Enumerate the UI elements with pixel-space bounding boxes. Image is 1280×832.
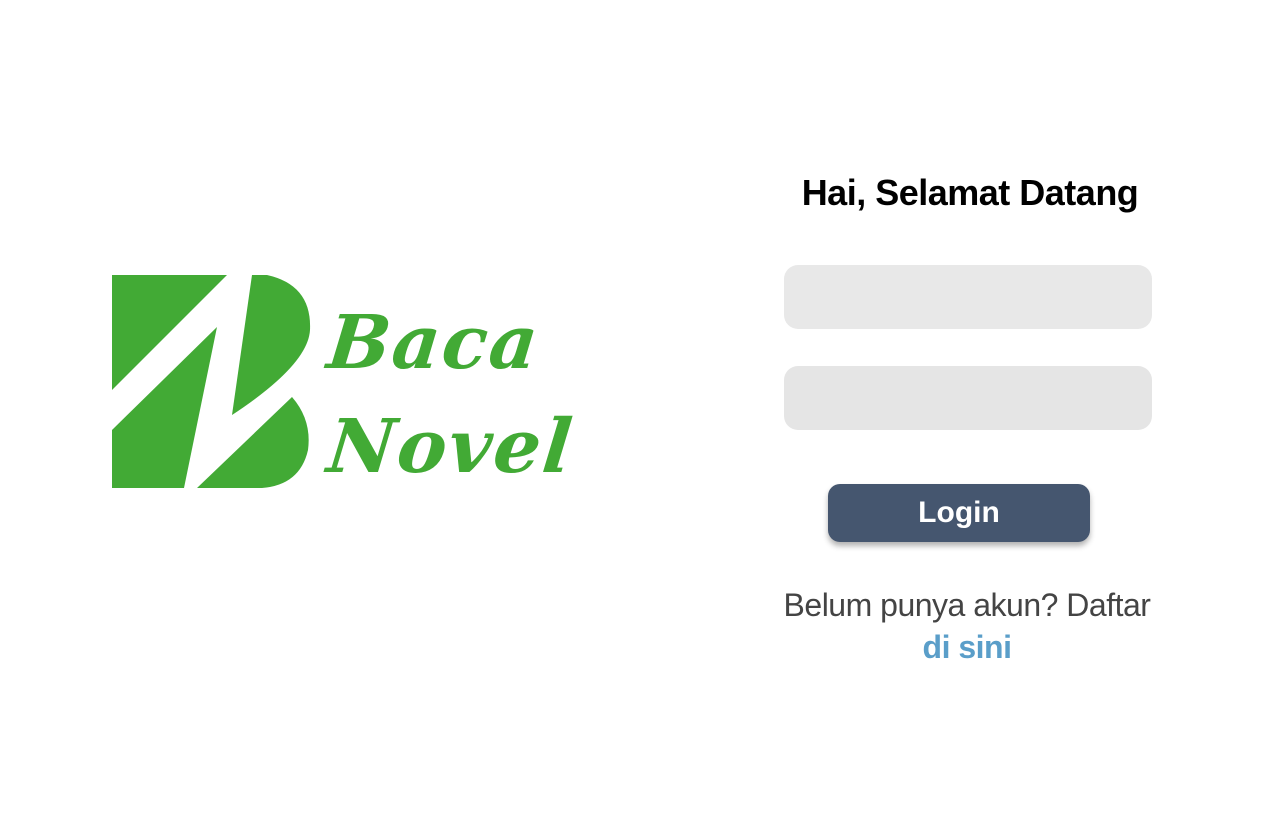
brand-logo: Baca Novel <box>112 275 632 490</box>
password-field[interactable] <box>784 366 1152 430</box>
logo-mark-icon <box>112 275 311 488</box>
register-prompt-text: Belum punya akun? Daftar <box>783 587 1151 623</box>
username-field[interactable] <box>784 265 1152 329</box>
login-page: Baca Novel Hai, Selamat Datang Login Bel… <box>0 0 1280 832</box>
brand-line-1: Baca <box>323 300 545 386</box>
page-title: Hai, Selamat Datang <box>801 172 1139 213</box>
brand-wordmark: Baca Novel <box>323 291 577 499</box>
login-button[interactable]: Login <box>828 484 1090 542</box>
register-link[interactable]: di sini <box>923 629 1012 665</box>
brand-line-2: Novel <box>323 404 578 490</box>
register-prompt: Belum punya akun? Daftar di sini <box>760 584 1174 668</box>
